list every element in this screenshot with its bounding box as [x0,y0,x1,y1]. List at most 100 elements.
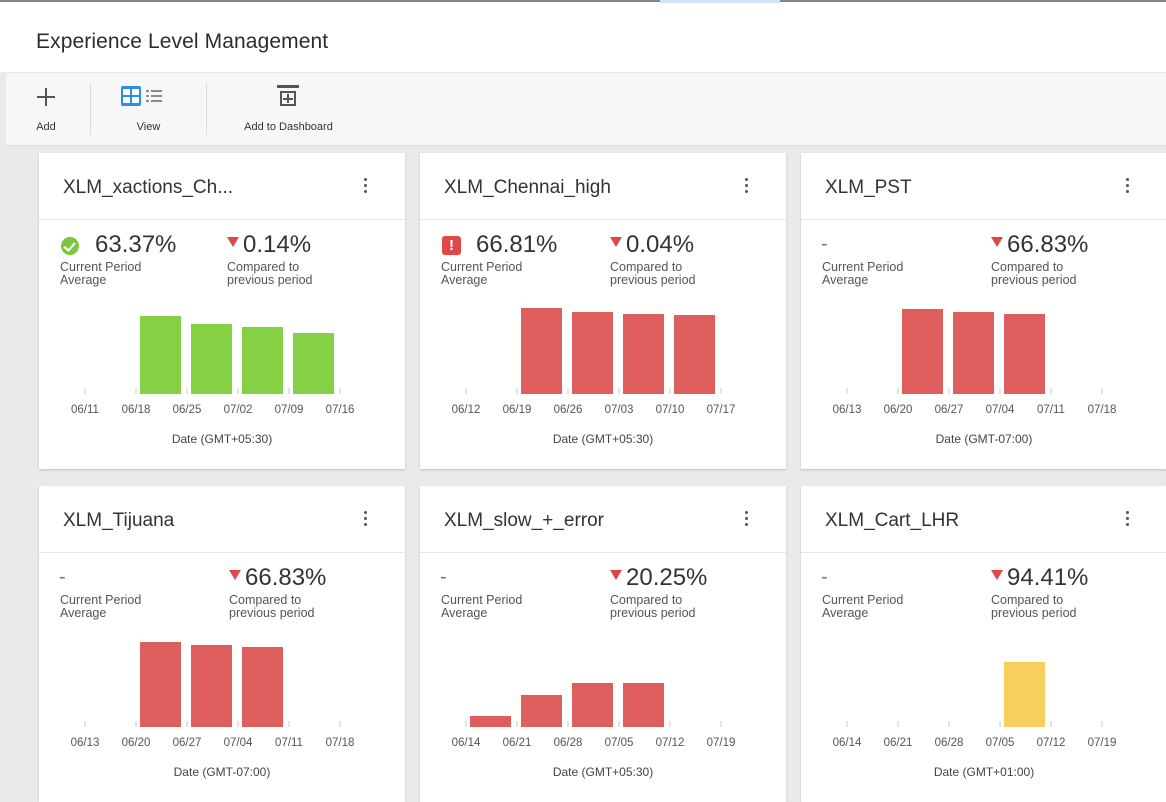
bar-chart: 06/12 06/19 06/26 07/03 07/10 07/17 [452,308,736,416]
chart-bar[interactable] [191,645,232,727]
x-tick-label: 06/21 [884,737,913,749]
more-options-icon[interactable] [1125,178,1129,194]
add-button[interactable]: Add [16,73,76,145]
compare-value: 0.04% [626,231,695,258]
list-view-icon[interactable] [144,86,164,106]
chart-bar[interactable] [242,647,283,727]
chart-bar[interactable] [623,314,664,394]
compare-label: Compared to previous period [227,260,313,287]
card-header: XLM_slow_+_error [420,486,786,553]
chart-bar[interactable] [140,642,181,727]
bar-chart: 06/14 06/21 06/28 07/05 07/12 07/19 [833,662,1116,749]
bar-chart: 06/14 06/21 06/28 07/05 07/12 07/19 [452,683,736,749]
chart-bar[interactable] [572,312,613,394]
chart-bar[interactable] [293,333,334,394]
title-bar: Experience Level Management [0,10,1166,72]
chart-bar[interactable] [902,309,943,394]
more-options-icon[interactable] [363,178,367,194]
chart-bar[interactable] [242,327,283,394]
card-header: XLM_Tijuana [39,486,405,553]
bar-chart: 06/13 06/20 06/27 07/04 07/11 07/18 [71,642,355,749]
compare-label: Compared to previous period [991,260,1077,287]
x-tick-label: 07/16 [326,404,355,416]
x-axis-label: Date (GMT+05:30) [171,432,273,446]
x-tick-label: 07/19 [707,737,736,749]
x-tick-label: 07/17 [707,404,736,416]
down-triangle-icon [991,570,1003,580]
compare-label: Compared to previous period [991,593,1077,620]
x-axis-label: Date (GMT-07:00) [173,765,271,779]
x-tick-label: 06/27 [935,404,964,416]
x-tick-label: 07/12 [656,737,685,749]
add-to-dashboard-label: Add to Dashboard [244,121,333,133]
x-tick-label: 07/09 [275,404,304,416]
chart-bar[interactable] [140,316,181,394]
bar-chart: 06/11 06/18 06/25 07/02 07/09 07/16 [71,316,355,416]
compare-value: 66.83% [245,564,327,591]
card-header: XLM_Chennai_high [420,153,786,220]
card-header: XLM_xactions_Ch... [39,153,405,220]
chart-bar[interactable] [572,683,613,727]
metric-card: XLM_PST - Current Period Average 66.83% Comp… [801,153,1166,469]
view-group: View [106,73,191,145]
x-tick-label: 06/28 [935,737,964,749]
x-tick-label: 06/20 [122,737,151,749]
grid-view-icon[interactable] [121,86,141,106]
x-tick-label: 06/19 [503,404,532,416]
check-circle-icon [61,237,79,255]
x-tick-label: 06/21 [503,737,532,749]
compare-value: 0.14% [243,231,312,258]
x-tick-label: 07/02 [224,404,253,416]
more-options-icon[interactable] [1125,511,1129,527]
chart-bar[interactable] [191,324,232,394]
x-tick-label: 06/26 [554,404,583,416]
metric-card: XLM_Tijuana - Current Period Average 66.83%… [39,486,405,802]
metric-card: XLM_slow_+_error - Current Period Average 2… [420,486,786,802]
top-accent [660,0,780,3]
chart-bar[interactable] [623,683,664,727]
more-options-icon[interactable] [363,511,367,527]
add-to-dashboard-button[interactable]: Add to Dashboard [231,73,346,145]
compare-label: Compared to previous period [610,593,696,620]
metric-card: XLM_xactions_Ch... 63.37% Current Period A… [39,153,405,469]
chart-bar[interactable] [674,315,715,394]
down-triangle-icon [991,237,1003,247]
x-tick-label: 07/12 [1037,737,1066,749]
chart-bar[interactable] [521,695,562,727]
card-title: XLM_Tijuana [63,510,175,531]
more-options-icon[interactable] [744,511,748,527]
card-title: XLM_Cart_LHR [825,510,960,531]
x-axis-label: Date (GMT+05:30) [552,765,654,779]
chart-bar[interactable] [1004,662,1045,727]
current-period-label: Current Period Average [441,260,523,287]
x-tick-label: 06/18 [122,404,151,416]
compare-value: 94.41% [1007,564,1089,591]
current-period-value: 63.37% [95,231,177,258]
chart-bar[interactable] [470,716,511,727]
current-period-value: 66.81% [476,231,558,258]
more-options-icon[interactable] [744,178,748,194]
current-period-value: - [821,233,828,255]
down-triangle-icon [610,237,622,247]
add-to-dashboard-icon [277,85,299,107]
plus-icon [36,87,56,107]
compare-value: 20.25% [626,564,708,591]
x-tick-label: 07/18 [326,737,355,749]
chart-bar[interactable] [1004,314,1045,394]
compare-value-block: 0.14% [227,231,311,259]
current-period-value: - [821,566,828,588]
x-axis-label: Date (GMT+05:30) [552,432,654,446]
chart-bar[interactable] [521,308,562,394]
toolbar: Add View Add to Dashboard [6,72,1166,146]
x-tick-label: 07/11 [275,737,303,749]
current-period-label: Current Period Average [822,593,904,620]
x-tick-label: 06/25 [173,404,202,416]
view-label: View [136,121,161,133]
compare-value-block: 0.04% [610,231,694,259]
x-tick-label: 07/11 [1037,404,1065,416]
metric-card: XLM_Chennai_high! 66.81% Current Period Av… [420,153,786,469]
x-tick-label: 06/14 [833,737,862,749]
x-tick-label: 07/03 [605,404,634,416]
x-tick-label: 06/28 [554,737,583,749]
chart-bar[interactable] [953,312,994,394]
